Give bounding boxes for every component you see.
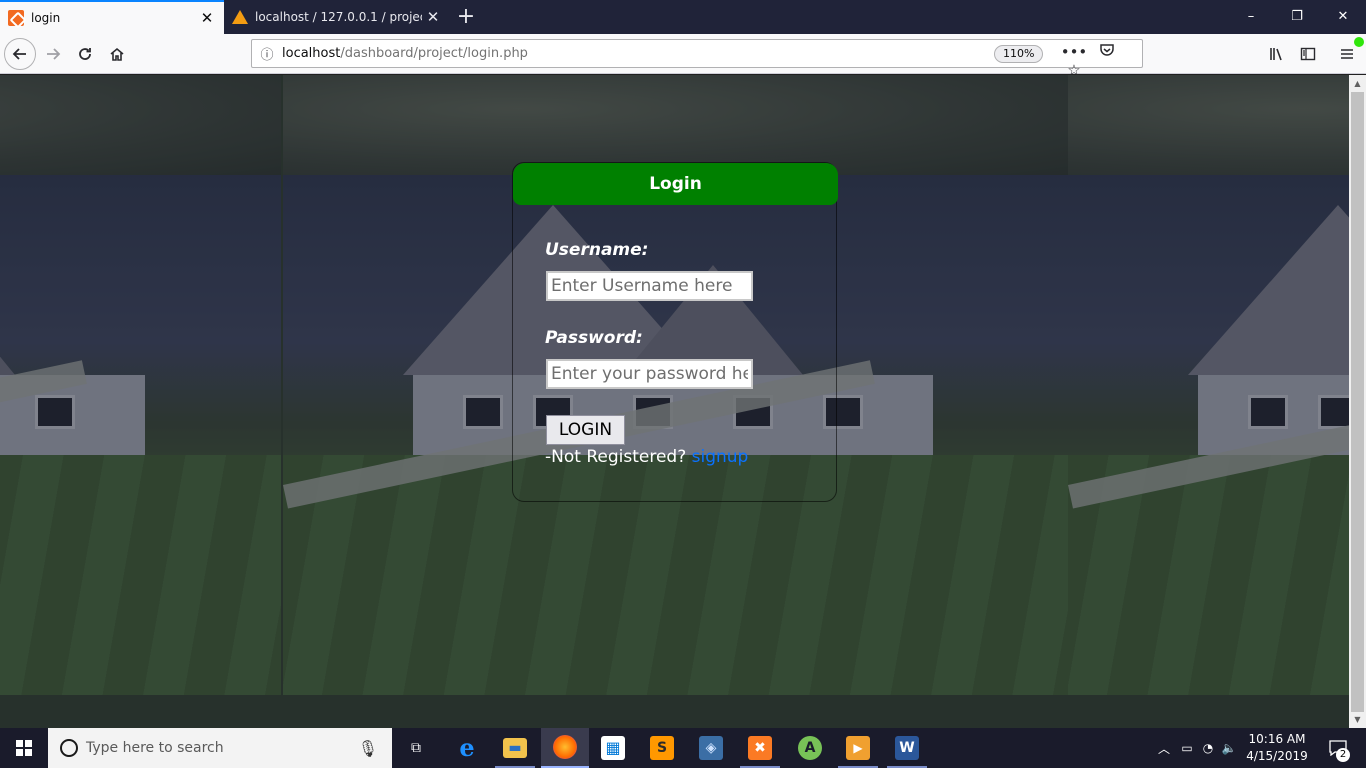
taskbar-clock[interactable]: 10:16 AM 4/15/2019 [1246, 731, 1308, 765]
forward-arrow-icon[interactable] [38, 39, 68, 69]
action-center-icon[interactable]: 2 [1318, 728, 1358, 768]
page-viewport: Login Username: Password: LOGIN -Not Reg… [0, 75, 1349, 728]
url-bar[interactable]: ⓘ localhost /dashboard/project/login.php… [251, 39, 1143, 79]
register-prompt: -Not Registered? signup [545, 447, 748, 467]
word-icon[interactable]: W [883, 728, 931, 768]
home-icon[interactable] [102, 39, 132, 69]
store-icon[interactable]: ▦ [589, 728, 637, 768]
windows-logo-icon [16, 740, 32, 756]
mysql-workbench-icon[interactable]: ◈ [687, 728, 735, 768]
task-view-icon[interactable]: ⧉ [392, 728, 440, 768]
pocket-icon[interactable] [1093, 43, 1121, 61]
navigation-toolbar: ⓘ localhost /dashboard/project/login.php… [0, 34, 1366, 79]
password-input[interactable] [546, 359, 753, 389]
scroll-thumb[interactable] [1351, 92, 1364, 712]
username-input[interactable] [546, 271, 753, 301]
xampp-favicon-icon [8, 10, 24, 26]
tab-login[interactable]: login ✕ [0, 0, 224, 34]
taskbar-search[interactable]: Type here to search 🎙 [48, 728, 392, 768]
minimize-button[interactable]: – [1228, 0, 1274, 34]
chevron-up-icon[interactable]: ︿ [1156, 740, 1172, 757]
username-label: Username: [545, 240, 649, 260]
start-button[interactable] [0, 728, 48, 768]
tab-close-icon[interactable]: ✕ [422, 8, 444, 26]
tab-close-icon[interactable]: ✕ [196, 9, 218, 27]
windows-taskbar: Type here to search 🎙 ⧉ e ▬ ● ▦ S ◈ ✖ A … [0, 728, 1366, 768]
url-host: localhost [282, 46, 341, 61]
update-badge-icon [1354, 37, 1364, 47]
browser-titlebar: login ✕ localhost / 127.0.0.1 / project … [0, 0, 1366, 34]
firefox-icon[interactable]: ● [541, 728, 589, 768]
wifi-icon[interactable]: ◔ [1198, 741, 1218, 755]
sidebar-icon[interactable] [1293, 39, 1323, 69]
login-title: Login [513, 163, 838, 205]
close-window-button[interactable]: ✕ [1320, 0, 1366, 34]
more-icon[interactable]: ••• [1060, 43, 1088, 61]
volume-icon[interactable]: 🔈 [1218, 741, 1240, 755]
new-tab-button[interactable]: + [454, 4, 478, 30]
tab-phpmyadmin[interactable]: localhost / 127.0.0.1 / project / ✕ [224, 0, 450, 34]
login-form: Login Username: Password: LOGIN -Not Reg… [512, 162, 838, 502]
reload-icon[interactable] [70, 39, 100, 69]
battery-icon[interactable]: ▭ [1176, 741, 1198, 755]
background-image-tile [1068, 75, 1349, 728]
zoom-indicator[interactable]: 110% [994, 45, 1044, 63]
clock-time: 10:16 AM [1248, 732, 1306, 746]
password-label: Password: [545, 328, 643, 348]
not-registered-text: -Not Registered? [545, 447, 692, 467]
restore-button[interactable]: ❐ [1274, 0, 1320, 34]
login-button[interactable]: LOGIN [546, 415, 625, 445]
media-player-icon[interactable]: ▶ [834, 728, 882, 768]
hamburger-menu-icon[interactable] [1332, 37, 1364, 69]
scroll-down-icon[interactable]: ▼ [1349, 711, 1366, 728]
signup-link[interactable]: signup [692, 447, 749, 467]
clock-date: 4/15/2019 [1246, 749, 1308, 763]
system-tray: ︿ ▭ ◔ 🔈 [1156, 728, 1240, 768]
page-scrollbar[interactable]: ▲ ▼ [1349, 75, 1366, 728]
background-image-tile [0, 75, 283, 728]
notification-count-badge: 2 [1336, 748, 1350, 762]
info-icon[interactable]: ⓘ [252, 44, 282, 63]
back-arrow-icon[interactable] [4, 38, 36, 70]
android-studio-icon[interactable]: A [786, 728, 834, 768]
edge-icon[interactable]: e [443, 728, 491, 768]
phpmyadmin-favicon-icon [232, 10, 248, 24]
search-placeholder: Type here to search [86, 740, 224, 756]
tab-title: login [31, 11, 61, 25]
microphone-icon[interactable]: 🎙 [358, 739, 378, 758]
file-explorer-icon[interactable]: ▬ [491, 728, 539, 768]
url-path: /dashboard/project/login.php [340, 46, 528, 61]
sublime-text-icon[interactable]: S [638, 728, 686, 768]
cortana-icon [60, 739, 78, 757]
xampp-icon[interactable]: ✖ [736, 728, 784, 768]
scroll-up-icon[interactable]: ▲ [1349, 75, 1366, 92]
tab-title: localhost / 127.0.0.1 / project / [255, 10, 422, 24]
library-icon[interactable] [1262, 39, 1292, 69]
